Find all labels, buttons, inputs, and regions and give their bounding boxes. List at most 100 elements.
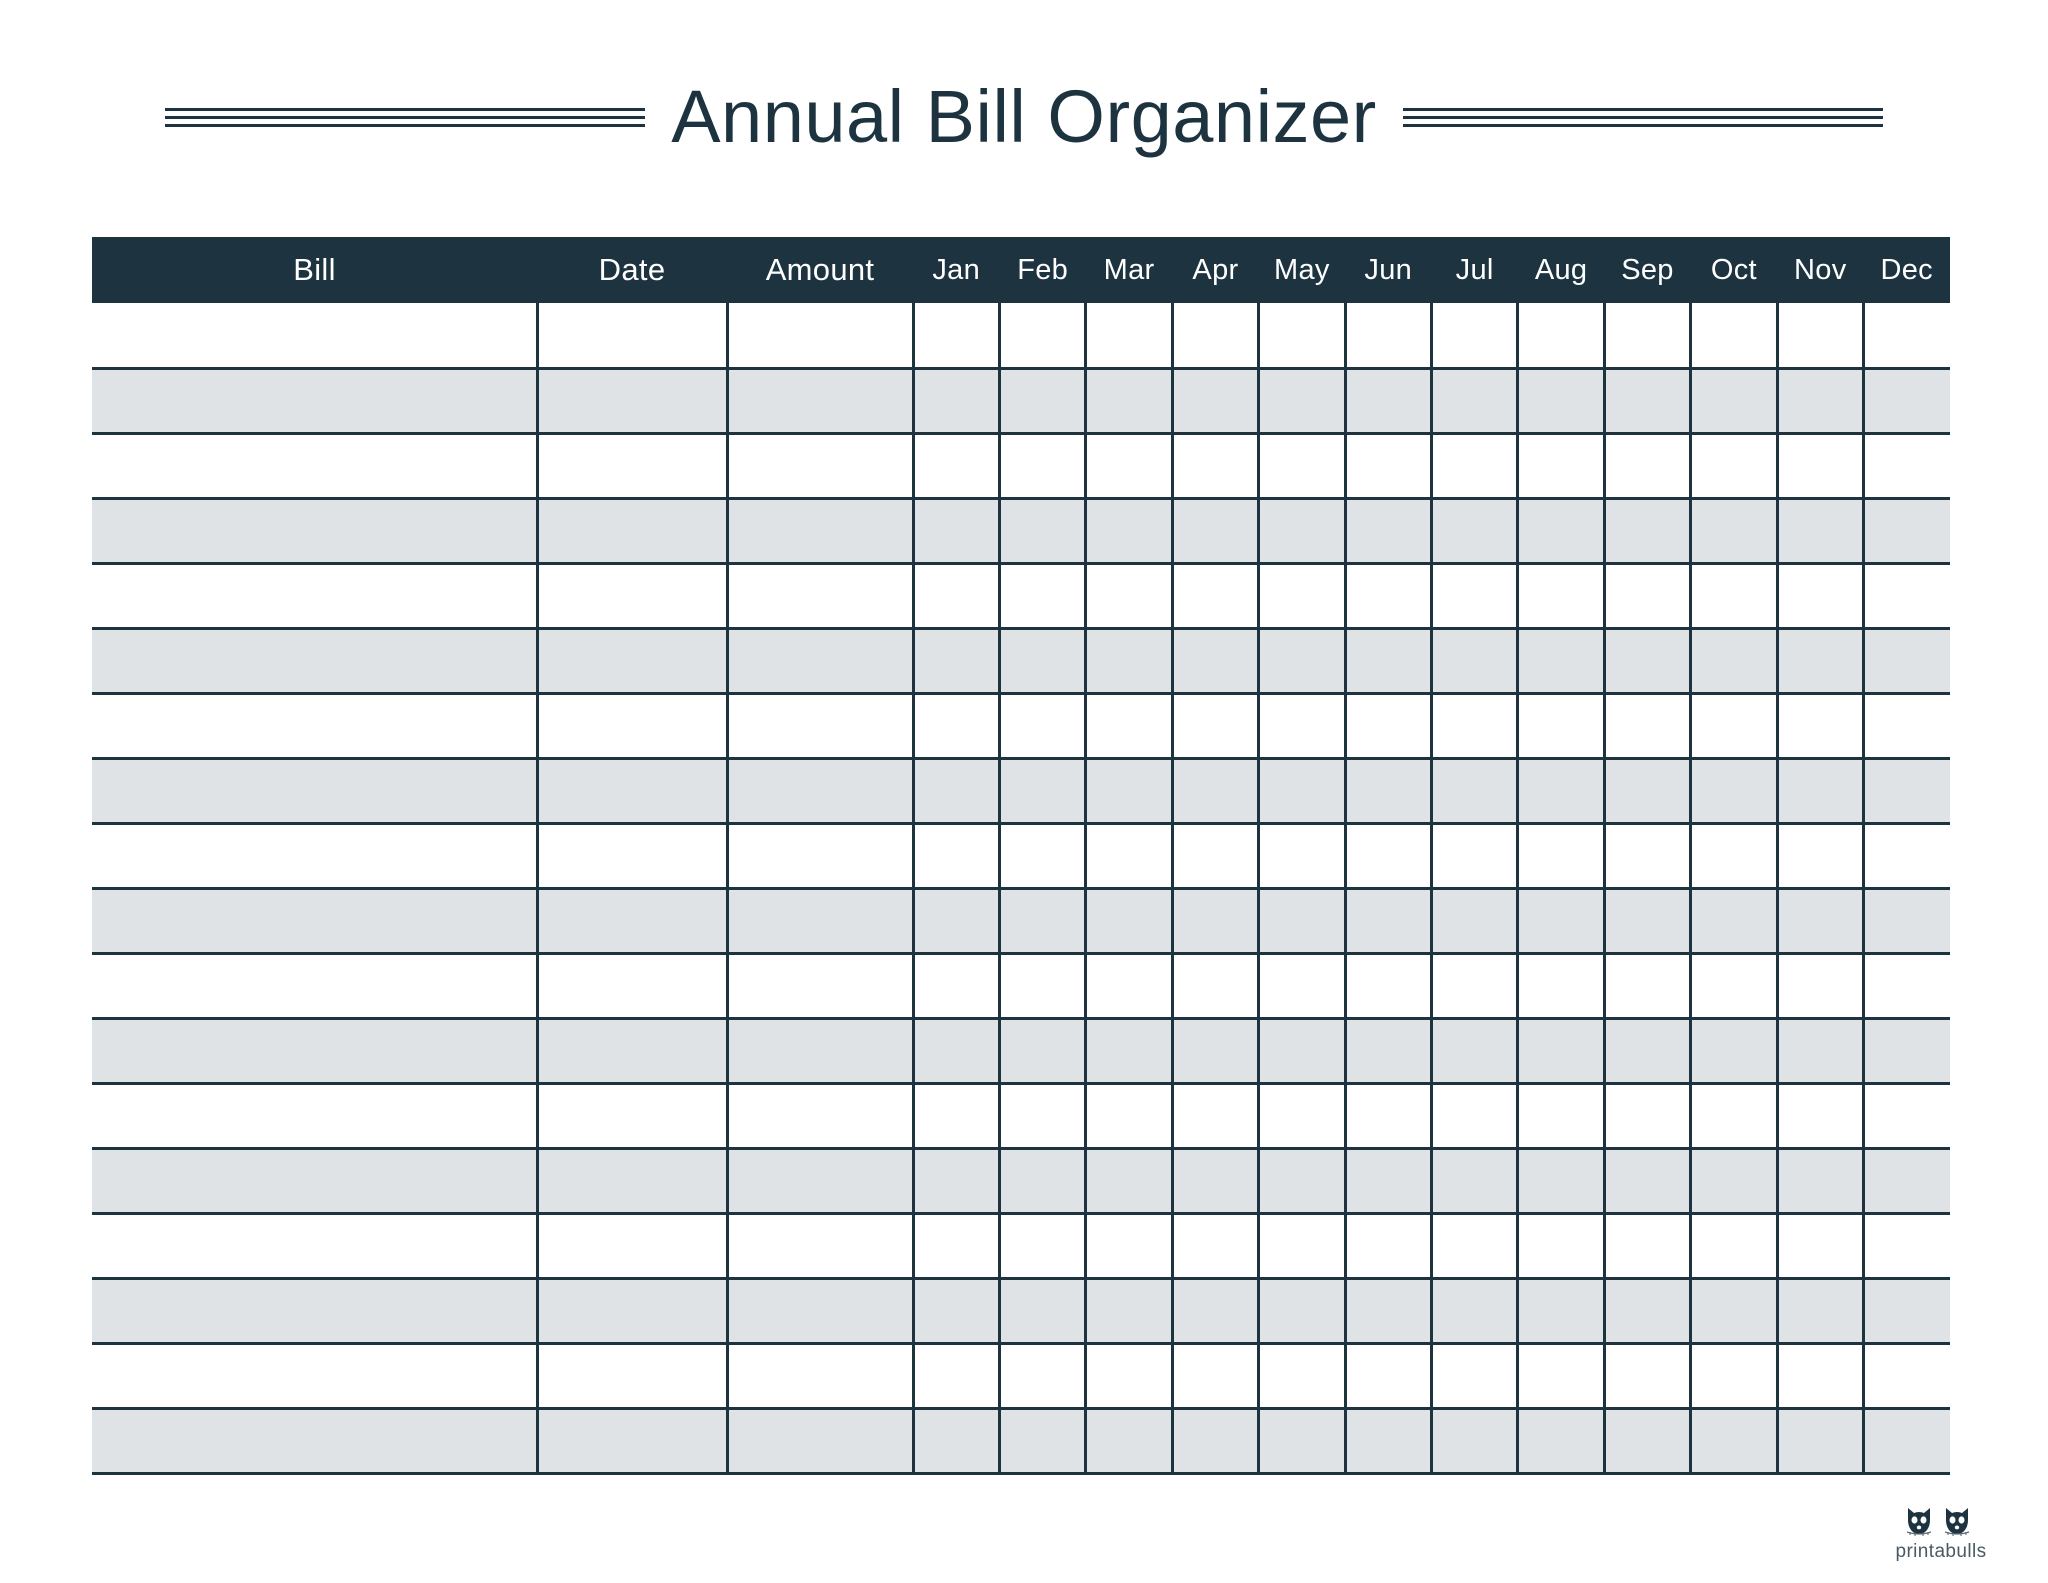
cell-amount[interactable] xyxy=(725,953,914,1018)
cell-nov[interactable] xyxy=(1775,823,1864,888)
cell-may[interactable] xyxy=(1257,303,1346,368)
cell-amount[interactable] xyxy=(725,496,914,565)
cell-apr[interactable] xyxy=(1170,953,1259,1018)
cell-jul[interactable] xyxy=(1429,496,1518,565)
cell-bill[interactable] xyxy=(92,496,538,565)
cell-jul[interactable] xyxy=(1429,693,1518,758)
cell-jun[interactable] xyxy=(1343,433,1432,498)
cell-mar[interactable] xyxy=(1084,303,1173,368)
cell-aug[interactable] xyxy=(1516,1146,1605,1215)
cell-aug[interactable] xyxy=(1516,756,1605,825)
cell-dec[interactable] xyxy=(1861,303,1950,368)
cell-feb[interactable] xyxy=(997,1016,1086,1085)
cell-sep[interactable] xyxy=(1602,1083,1691,1148)
cell-sep[interactable] xyxy=(1602,303,1691,368)
cell-jun[interactable] xyxy=(1343,1146,1432,1215)
cell-date[interactable] xyxy=(535,693,728,758)
cell-jul[interactable] xyxy=(1429,563,1518,628)
cell-sep[interactable] xyxy=(1602,823,1691,888)
cell-nov[interactable] xyxy=(1775,1146,1864,1215)
cell-jan[interactable] xyxy=(911,1146,1000,1215)
cell-jun[interactable] xyxy=(1343,756,1432,825)
cell-amount[interactable] xyxy=(725,626,914,695)
cell-sep[interactable] xyxy=(1602,693,1691,758)
cell-aug[interactable] xyxy=(1516,953,1605,1018)
cell-may[interactable] xyxy=(1257,693,1346,758)
cell-date[interactable] xyxy=(535,1343,728,1408)
cell-may[interactable] xyxy=(1257,1343,1346,1408)
cell-dec[interactable] xyxy=(1861,953,1950,1018)
cell-mar[interactable] xyxy=(1084,953,1173,1018)
cell-jun[interactable] xyxy=(1343,823,1432,888)
cell-amount[interactable] xyxy=(725,303,914,368)
cell-may[interactable] xyxy=(1257,1276,1346,1345)
cell-aug[interactable] xyxy=(1516,563,1605,628)
cell-aug[interactable] xyxy=(1516,1406,1605,1475)
cell-sep[interactable] xyxy=(1602,756,1691,825)
cell-date[interactable] xyxy=(535,1016,728,1085)
cell-jan[interactable] xyxy=(911,303,1000,368)
cell-bill[interactable] xyxy=(92,1083,538,1148)
cell-mar[interactable] xyxy=(1084,1146,1173,1215)
cell-jun[interactable] xyxy=(1343,1016,1432,1085)
cell-sep[interactable] xyxy=(1602,1016,1691,1085)
cell-oct[interactable] xyxy=(1689,366,1778,435)
cell-bill[interactable] xyxy=(92,1276,538,1345)
cell-jun[interactable] xyxy=(1343,563,1432,628)
cell-dec[interactable] xyxy=(1861,886,1950,955)
cell-jun[interactable] xyxy=(1343,626,1432,695)
cell-nov[interactable] xyxy=(1775,433,1864,498)
cell-oct[interactable] xyxy=(1689,1276,1778,1345)
cell-may[interactable] xyxy=(1257,496,1346,565)
cell-jun[interactable] xyxy=(1343,1406,1432,1475)
cell-date[interactable] xyxy=(535,1406,728,1475)
cell-oct[interactable] xyxy=(1689,1406,1778,1475)
cell-sep[interactable] xyxy=(1602,953,1691,1018)
cell-mar[interactable] xyxy=(1084,756,1173,825)
cell-apr[interactable] xyxy=(1170,756,1259,825)
cell-jan[interactable] xyxy=(911,886,1000,955)
cell-nov[interactable] xyxy=(1775,626,1864,695)
cell-mar[interactable] xyxy=(1084,1406,1173,1475)
cell-jul[interactable] xyxy=(1429,1016,1518,1085)
cell-nov[interactable] xyxy=(1775,1083,1864,1148)
cell-mar[interactable] xyxy=(1084,496,1173,565)
cell-nov[interactable] xyxy=(1775,756,1864,825)
cell-date[interactable] xyxy=(535,433,728,498)
cell-dec[interactable] xyxy=(1861,1016,1950,1085)
cell-amount[interactable] xyxy=(725,756,914,825)
cell-nov[interactable] xyxy=(1775,1213,1864,1278)
cell-amount[interactable] xyxy=(725,693,914,758)
cell-jun[interactable] xyxy=(1343,693,1432,758)
cell-dec[interactable] xyxy=(1861,1146,1950,1215)
cell-may[interactable] xyxy=(1257,953,1346,1018)
cell-jul[interactable] xyxy=(1429,1213,1518,1278)
cell-aug[interactable] xyxy=(1516,823,1605,888)
cell-amount[interactable] xyxy=(725,1343,914,1408)
cell-nov[interactable] xyxy=(1775,563,1864,628)
cell-aug[interactable] xyxy=(1516,1083,1605,1148)
cell-oct[interactable] xyxy=(1689,886,1778,955)
cell-jul[interactable] xyxy=(1429,823,1518,888)
cell-bill[interactable] xyxy=(92,823,538,888)
cell-jun[interactable] xyxy=(1343,1083,1432,1148)
cell-amount[interactable] xyxy=(725,1016,914,1085)
cell-dec[interactable] xyxy=(1861,1083,1950,1148)
cell-bill[interactable] xyxy=(92,563,538,628)
cell-dec[interactable] xyxy=(1861,693,1950,758)
cell-feb[interactable] xyxy=(997,886,1086,955)
cell-jul[interactable] xyxy=(1429,303,1518,368)
cell-dec[interactable] xyxy=(1861,366,1950,435)
cell-jan[interactable] xyxy=(911,953,1000,1018)
cell-jan[interactable] xyxy=(911,756,1000,825)
cell-may[interactable] xyxy=(1257,563,1346,628)
cell-mar[interactable] xyxy=(1084,1276,1173,1345)
cell-dec[interactable] xyxy=(1861,1276,1950,1345)
cell-apr[interactable] xyxy=(1170,366,1259,435)
cell-date[interactable] xyxy=(535,1213,728,1278)
cell-apr[interactable] xyxy=(1170,1083,1259,1148)
cell-bill[interactable] xyxy=(92,1406,538,1475)
cell-amount[interactable] xyxy=(725,1276,914,1345)
cell-nov[interactable] xyxy=(1775,1343,1864,1408)
cell-sep[interactable] xyxy=(1602,1343,1691,1408)
